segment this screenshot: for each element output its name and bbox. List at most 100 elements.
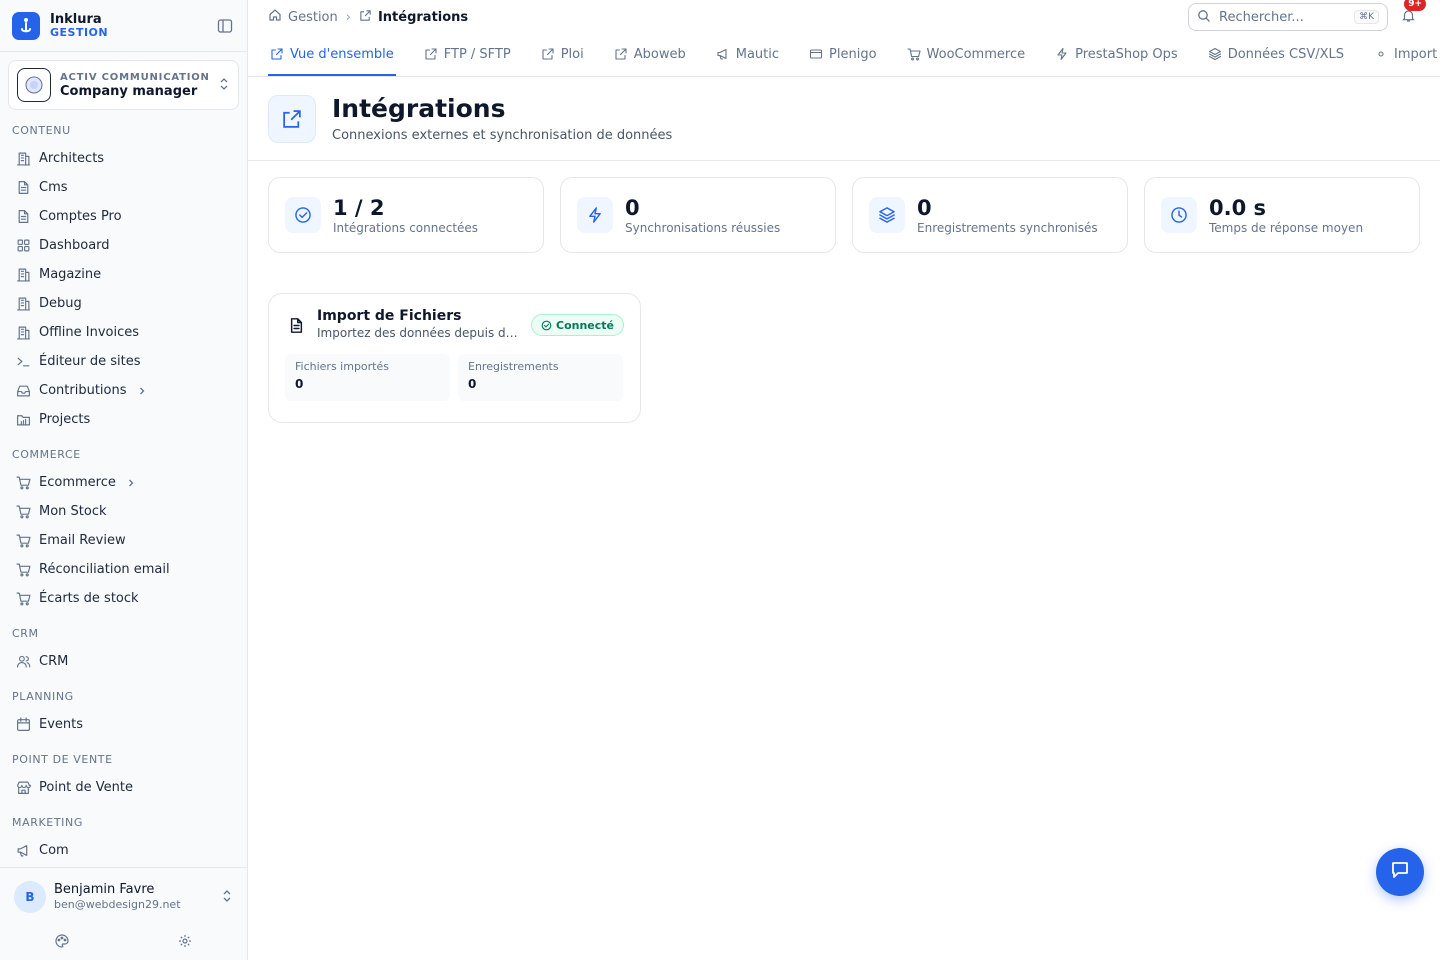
- cart-icon: [16, 562, 31, 577]
- sidebar-item-debug[interactable]: Debug: [0, 289, 247, 318]
- metric-box: Fichiers importés 0: [285, 354, 450, 401]
- cart-icon: [16, 475, 31, 490]
- home-icon: [268, 8, 282, 26]
- sidebar-item-magazine[interactable]: Magazine: [0, 260, 247, 289]
- stat-value: 0: [917, 195, 932, 220]
- sidebar-item-label: Architects: [39, 151, 105, 166]
- stat-label: Synchronisations réussies: [625, 220, 781, 235]
- card-title: Import de Fichiers: [317, 308, 462, 324]
- tab-label: Aboweb: [633, 46, 686, 62]
- tab-ftp-sftp[interactable]: FTP / SFTP: [422, 34, 513, 76]
- stat-card: 0 Enregistrements synchronisés: [852, 177, 1128, 253]
- tab-plenigo[interactable]: Plenigo: [807, 34, 879, 76]
- tab-import-de-fichiers[interactable]: Import de fichiers: [1372, 34, 1440, 76]
- tab-prestashop-ops[interactable]: PrestaShop Ops: [1053, 34, 1180, 76]
- external-link-icon: [268, 94, 316, 143]
- sidebar-item-events[interactable]: Events: [0, 710, 247, 739]
- sidebar-item-label: Écarts de stock: [39, 591, 139, 606]
- check-circle-icon: [541, 320, 556, 331]
- sidebar-item-label: Email Review: [39, 533, 126, 548]
- tab-label: PrestaShop Ops: [1075, 46, 1178, 62]
- tab-label: Mautic: [735, 46, 780, 62]
- org-avatar: [17, 68, 51, 102]
- store-icon: [16, 780, 31, 795]
- external-link-icon: [541, 47, 561, 61]
- chevron-right-icon: [126, 478, 136, 488]
- nav-section-title: CRM: [12, 627, 39, 640]
- sidebar-item-ecarts-de-stock[interactable]: Écarts de stock: [0, 584, 247, 613]
- sidebar-item-label: Réconciliation email: [39, 562, 170, 577]
- tab-label: Données CSV/XLS: [1227, 46, 1345, 62]
- tab-aboweb[interactable]: Aboweb: [612, 34, 688, 76]
- zap-icon: [1055, 47, 1075, 61]
- tab-label: Plenigo: [829, 46, 877, 62]
- chevron-right-icon: [137, 386, 147, 396]
- sidebar-item-label: Offline Invoices: [39, 325, 140, 340]
- page-title: Intégrations: [332, 94, 506, 123]
- metric-label: Fichiers importés: [295, 360, 389, 373]
- tab-ploi[interactable]: Ploi: [539, 34, 586, 76]
- tab-label: Ploi: [560, 46, 584, 62]
- file-icon: [16, 180, 31, 195]
- sidebar-item-reconciliation-email[interactable]: Réconciliation email: [0, 555, 247, 584]
- chat-icon: [1389, 859, 1411, 885]
- chat-button[interactable]: [1376, 848, 1424, 896]
- user-menu[interactable]: B Benjamin Favre ben@webdesign29.net: [0, 868, 247, 926]
- sidebar-item-offline-invoices[interactable]: Offline Invoices: [0, 318, 247, 347]
- sidebar-item-comptes-pro[interactable]: Comptes Pro: [0, 202, 247, 231]
- cart-icon: [16, 504, 31, 519]
- card-icon: [809, 47, 829, 61]
- tab-mautic[interactable]: Mautic: [714, 34, 781, 76]
- cart-icon: [906, 47, 927, 61]
- search-box[interactable]: ⌘K: [1188, 3, 1388, 31]
- tab-woocommerce[interactable]: WooCommerce: [905, 34, 1028, 76]
- chevron-up-down-icon: [221, 888, 233, 907]
- integration-cards: Import de Fichiers Importez des données d…: [248, 253, 1440, 423]
- metric-box: Enregistrements 0: [458, 354, 623, 401]
- sidebar-item-editeur-de-sites[interactable]: Éditeur de sites: [0, 347, 247, 376]
- integration-card[interactable]: Import de Fichiers Importez des données d…: [268, 293, 641, 423]
- sidebar-item-label: Ecommerce: [39, 475, 116, 490]
- sidebar-item-projects[interactable]: Projects: [0, 405, 247, 434]
- org-label: ACTIV COMMUNICATION: [60, 72, 210, 83]
- card-description: Importez des données depuis des fichiers…: [317, 326, 522, 340]
- megaphone-icon: [16, 843, 31, 858]
- tab-label: FTP / SFTP: [443, 46, 511, 62]
- sidebar-item-label: Events: [39, 717, 84, 732]
- breadcrumb-root[interactable]: Gestion: [288, 10, 338, 25]
- tab-vue-d-ensemble[interactable]: Vue d'ensemble: [268, 34, 396, 76]
- topbar: Gestion › Intégrations ⌘K 9+: [248, 0, 1440, 34]
- sidebar-item-cms[interactable]: Cms: [0, 173, 247, 202]
- stat-card: 0.0 s Temps de réponse moyen: [1144, 177, 1420, 253]
- sidebar-item-dashboard[interactable]: Dashboard: [0, 231, 247, 260]
- calendar-icon: [16, 717, 31, 732]
- nav-section-title: COMMERCE: [12, 448, 81, 461]
- clock-icon: [1161, 197, 1197, 233]
- sidebar-item-ecommerce[interactable]: Ecommerce: [0, 468, 247, 497]
- sidebar-item-label: Contributions: [39, 383, 127, 398]
- stat-value: 0.0 s: [1209, 195, 1267, 220]
- sidebar-item-label: Com: [39, 843, 69, 858]
- sidebar-item-crm[interactable]: CRM: [0, 647, 247, 676]
- palette-icon[interactable]: [50, 929, 74, 953]
- sidebar-item-com[interactable]: Com: [0, 836, 247, 865]
- sidebar-item-mon-stock[interactable]: Mon Stock: [0, 497, 247, 526]
- sidebar-item-email-review[interactable]: Email Review: [0, 526, 247, 555]
- org-switcher[interactable]: ACTIV COMMUNICATION Company manager: [8, 60, 239, 110]
- sidebar-item-architects[interactable]: Architects: [0, 144, 247, 173]
- sidebar-item-point-de-vente[interactable]: Point de Vente: [0, 773, 247, 802]
- folder-icon: [16, 412, 31, 427]
- search-input[interactable]: [1219, 9, 1339, 25]
- external-link-icon: [359, 9, 372, 26]
- notifications-button[interactable]: 9+: [1396, 0, 1426, 29]
- nav-section-title: MARKETING: [12, 816, 83, 829]
- sidebar-toggle-icon[interactable]: [215, 16, 235, 36]
- chevron-right-icon: ›: [345, 9, 351, 25]
- search-icon: [1197, 8, 1211, 27]
- cart-icon: [16, 533, 31, 548]
- sidebar-item-contributions[interactable]: Contributions: [0, 376, 247, 405]
- sidebar-nav: CONTENU Architects Cms Comptes Pro Dashboard…: [0, 118, 247, 868]
- tab-donnees-csv-xls[interactable]: Données CSV/XLS: [1206, 34, 1346, 76]
- page-subtitle: Connexions externes et synchronisation d…: [332, 128, 673, 143]
- gear-icon[interactable]: [173, 929, 197, 953]
